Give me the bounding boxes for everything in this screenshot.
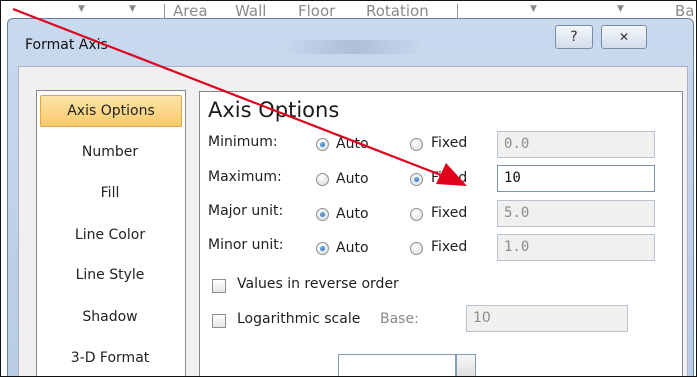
annotation-arrow-icon [12,7,467,186]
screenshot-frame: ▼ ▼ Area Wall Floor Rotation ▼ ▼ Ba Form… [0,0,697,377]
arrow-head [436,163,467,186]
arrow-shaft [12,7,447,179]
